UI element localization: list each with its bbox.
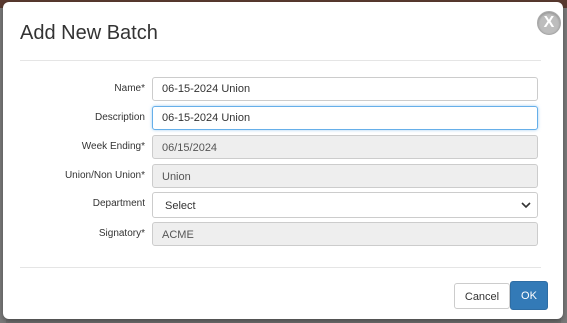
signatory-label: Signatory* <box>98 228 145 239</box>
name-label: Name* <box>114 83 145 94</box>
week-ending-field: 06/15/2024 <box>152 135 538 159</box>
department-select[interactable]: Select <box>152 192 538 218</box>
union-label: Union/Non Union* <box>64 170 145 181</box>
chevron-down-icon <box>521 202 531 209</box>
close-icon[interactable]: X <box>537 11 561 35</box>
header-divider <box>20 60 541 61</box>
cancel-button[interactable]: Cancel <box>454 283 510 309</box>
department-label: Department <box>92 198 145 209</box>
name-input[interactable] <box>152 77 538 101</box>
description-label: Description <box>94 112 145 123</box>
ok-button[interactable]: OK <box>510 281 548 310</box>
week-ending-label: Week Ending* <box>81 141 145 152</box>
department-row: Department Select <box>3 192 563 218</box>
signatory-row: Signatory* ACME <box>3 222 563 248</box>
union-row: Union/Non Union* Union <box>3 164 563 190</box>
description-input[interactable] <box>152 106 538 130</box>
name-row: Name* <box>3 77 563 103</box>
department-selected-value[interactable]: Select <box>152 192 538 218</box>
week-ending-row: Week Ending* 06/15/2024 <box>3 135 563 161</box>
description-row: Description <box>3 106 563 132</box>
add-batch-dialog: X Add New Batch Name* Description Week E… <box>3 2 563 319</box>
footer-divider <box>20 267 541 268</box>
union-field: Union <box>152 164 538 188</box>
signatory-field: ACME <box>152 222 538 246</box>
dialog-title: Add New Batch <box>20 22 158 44</box>
